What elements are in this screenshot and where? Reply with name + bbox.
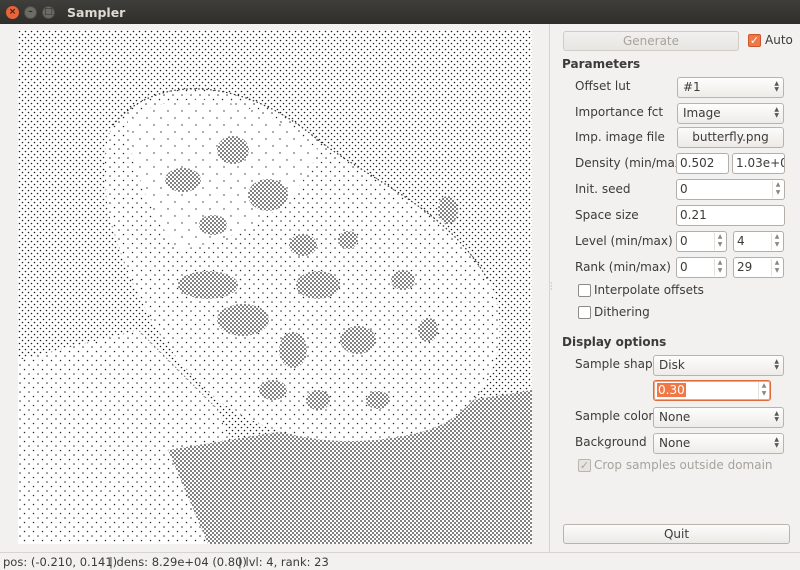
auto-checkbox[interactable]: ✓: [748, 34, 761, 47]
background-label: Background: [575, 435, 647, 449]
density-min-field[interactable]: 0.502: [676, 153, 729, 174]
level-max-value: 4: [737, 234, 745, 248]
parameters-heading: Parameters: [562, 57, 641, 71]
updown-arrow-icon: ▲ ▼: [774, 80, 779, 93]
rank-min-spinbox[interactable]: 0 ▲ ▼: [676, 257, 727, 278]
init-seed-spinbox[interactable]: 0 ▲ ▼: [676, 179, 785, 200]
status-position: pos: (-0.210, 0.141): [3, 555, 118, 569]
importance-fct-value: Image: [683, 106, 721, 120]
level-min-value: 0: [680, 234, 688, 248]
display-options-heading: Display options: [562, 335, 667, 349]
sample-colors-value: None: [659, 410, 691, 424]
rank-max-value: 29: [737, 260, 753, 274]
spin-arrows-icon[interactable]: ▲ ▼: [771, 233, 782, 250]
sample-canvas[interactable]: [18, 30, 532, 544]
rank-label: Rank (min/max): [575, 260, 671, 274]
offset-lut-label: Offset lut: [575, 79, 631, 93]
spin-arrows-icon[interactable]: ▲ ▼: [772, 181, 783, 198]
rank-min-value: 0: [680, 260, 688, 274]
space-size-label: Space size: [575, 208, 639, 222]
shape-size-spinbox[interactable]: 0.30 ▲ ▼: [653, 380, 771, 401]
generate-button[interactable]: Generate: [563, 31, 739, 51]
title-bar: × – □ Sampler: [0, 0, 800, 24]
crop-samples-label: Crop samples outside domain: [594, 458, 773, 472]
interpolate-offsets-checkbox[interactable]: [578, 284, 591, 297]
background-select[interactable]: None ▲ ▼: [653, 433, 784, 454]
quit-button[interactable]: Quit: [563, 524, 790, 544]
offset-lut-select[interactable]: #1 ▲ ▼: [677, 77, 784, 98]
status-density: | dens: 8.29e+04 (0.80): [109, 555, 247, 569]
spin-arrows-icon[interactable]: ▲ ▼: [758, 382, 769, 399]
close-icon[interactable]: ×: [6, 5, 19, 19]
density-label: Density (min/max): [575, 156, 687, 170]
importance-fct-label: Importance fct: [575, 105, 664, 119]
sample-shape-label: Sample shape: [575, 357, 661, 371]
sample-colors-select[interactable]: None ▲ ▼: [653, 407, 784, 428]
sample-shape-select[interactable]: Disk ▲ ▼: [653, 355, 784, 376]
minimize-icon[interactable]: –: [24, 5, 37, 19]
level-max-spinbox[interactable]: 4 ▲ ▼: [733, 231, 784, 252]
space-size-field[interactable]: 0.21: [676, 205, 785, 226]
imp-image-file-label: Imp. image file: [575, 130, 665, 144]
auto-label[interactable]: Auto: [765, 33, 793, 47]
offset-lut-value: #1: [683, 80, 701, 94]
dithering-label[interactable]: Dithering: [594, 305, 650, 319]
spin-arrows-icon[interactable]: ▲ ▼: [771, 259, 782, 276]
imp-image-file-button[interactable]: butterfly.png: [677, 127, 784, 148]
density-max-field[interactable]: 1.03e+05: [732, 153, 785, 174]
spin-arrows-icon[interactable]: ▲ ▼: [714, 259, 725, 276]
importance-fct-select[interactable]: Image ▲ ▼: [677, 103, 784, 124]
updown-arrow-icon: ▲ ▼: [774, 106, 779, 119]
interpolate-offsets-label[interactable]: Interpolate offsets: [594, 283, 704, 297]
updown-arrow-icon: ▲ ▼: [774, 436, 779, 449]
background-value: None: [659, 436, 691, 450]
maximize-icon[interactable]: □: [42, 5, 55, 19]
crop-samples-checkbox[interactable]: ✓: [578, 459, 591, 472]
sample-colors-label: Sample colors: [575, 409, 660, 423]
level-min-spinbox[interactable]: 0 ▲ ▼: [676, 231, 727, 252]
shape-size-value: 0.30: [657, 383, 686, 397]
rank-max-spinbox[interactable]: 29 ▲ ▼: [733, 257, 784, 278]
updown-arrow-icon: ▲ ▼: [774, 358, 779, 371]
spin-arrows-icon[interactable]: ▲ ▼: [714, 233, 725, 250]
init-seed-label: Init. seed: [575, 182, 631, 196]
level-label: Level (min/max): [575, 234, 673, 248]
sample-shape-value: Disk: [659, 358, 685, 372]
status-bar: pos: (-0.210, 0.141) | dens: 8.29e+04 (0…: [0, 552, 800, 570]
updown-arrow-icon: ▲ ▼: [774, 410, 779, 423]
control-panel: Generate ✓ Auto Parameters Offset lut #1…: [551, 24, 800, 552]
status-level-rank: | lvl: 4, rank: 23: [238, 555, 329, 569]
init-seed-value: 0: [680, 182, 688, 196]
window-title: Sampler: [67, 4, 126, 20]
dithering-checkbox[interactable]: [578, 306, 591, 319]
